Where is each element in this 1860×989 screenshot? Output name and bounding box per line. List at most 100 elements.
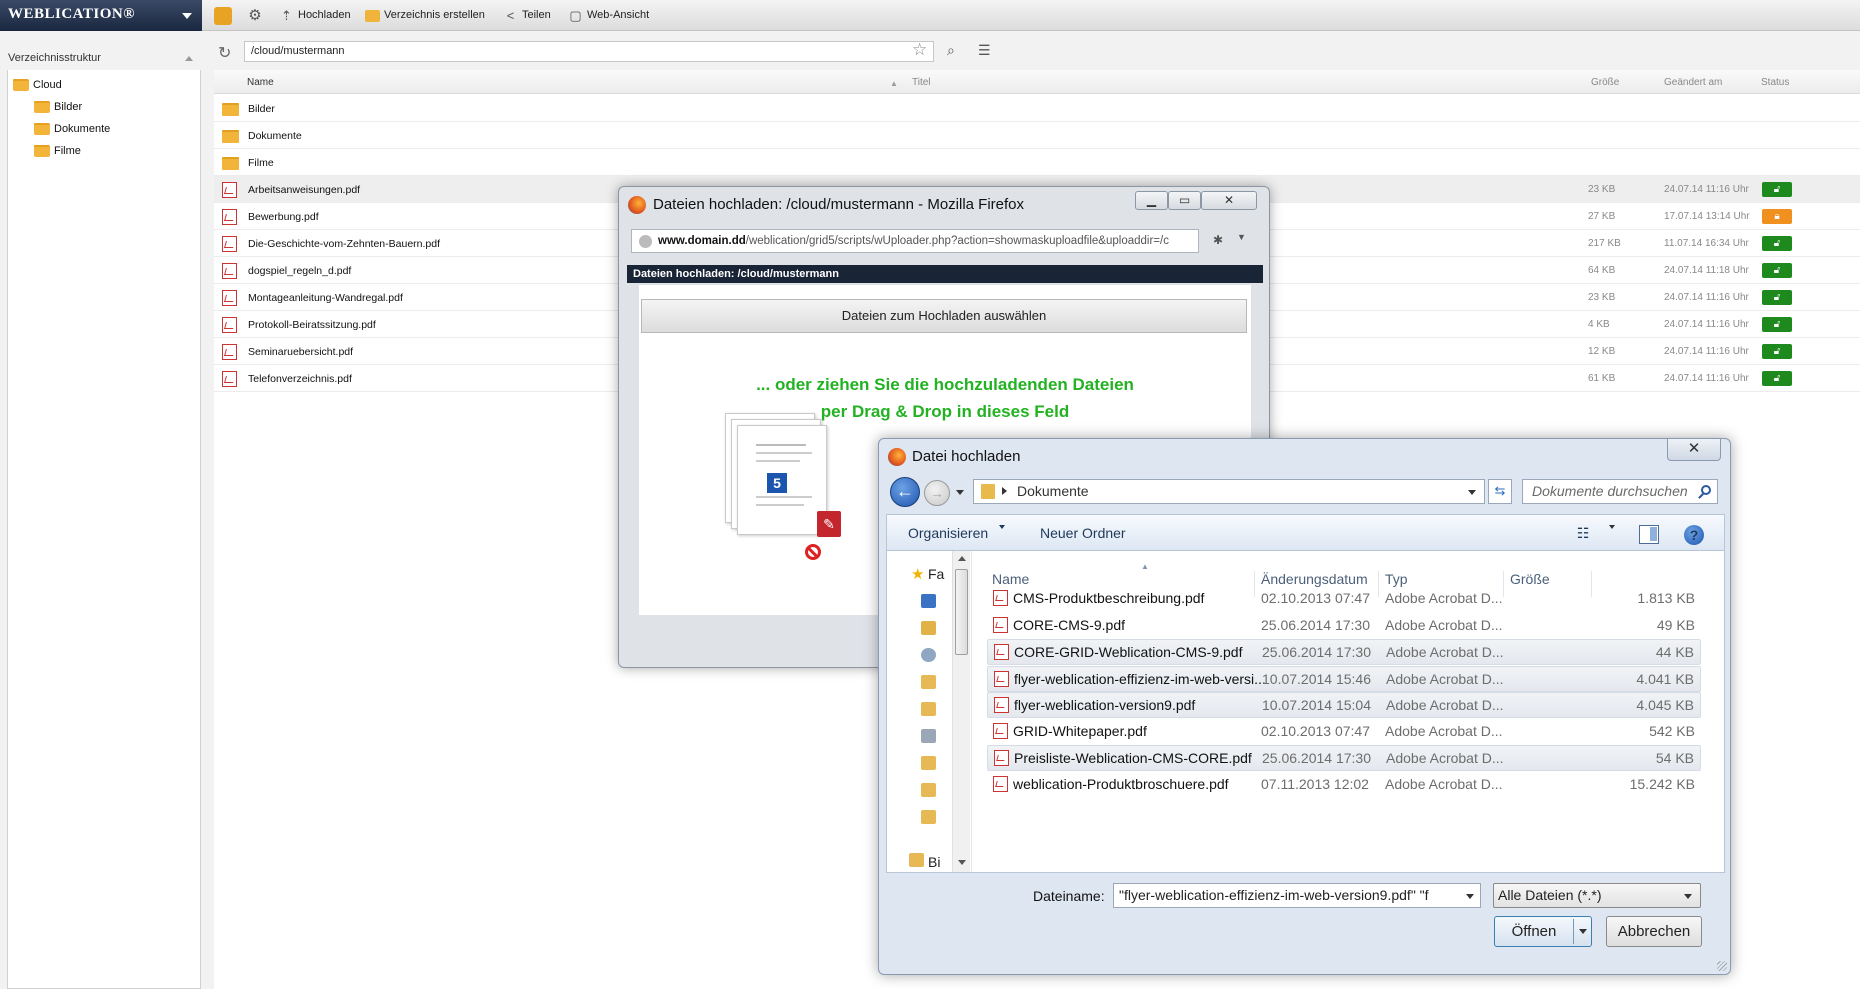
upload-button[interactable]: ⇡ Hochladen — [279, 7, 351, 25]
maximize-button[interactable]: ▭ — [1168, 191, 1201, 210]
column-name[interactable]: Name — [992, 571, 1029, 587]
file-date: 24.07.14 11:16 Uhr — [1664, 319, 1749, 330]
folder-icon[interactable] — [921, 783, 936, 797]
file-list-item[interactable]: CMS-Produktbeschreibung.pdf 02.10.2013 07… — [987, 586, 1701, 612]
binoculars-icon[interactable]: ⌕ — [947, 42, 955, 59]
scroll-up-icon[interactable] — [958, 556, 966, 561]
create-directory-label: Verzeichnis erstellen — [384, 9, 485, 21]
share-button[interactable]: < Teilen — [503, 7, 551, 25]
refresh-icon[interactable]: ⇆ — [1488, 479, 1512, 504]
tree-item-bilder[interactable]: Bilder — [34, 99, 82, 117]
network-icon[interactable] — [921, 729, 936, 743]
tree-item-label: Filme — [54, 145, 81, 157]
create-directory-button[interactable]: Verzeichnis erstellen — [365, 7, 485, 25]
unlock-icon[interactable]: 🔓︎ — [1762, 371, 1792, 386]
star-icon[interactable]: ☆ — [912, 40, 927, 60]
tree-item-filme[interactable]: Filme — [34, 143, 81, 161]
view-options-icon[interactable]: ☷ — [1573, 525, 1593, 543]
open-button[interactable]: Öffnen — [1494, 916, 1592, 947]
chevron-down-icon[interactable] — [999, 525, 1005, 529]
column-title[interactable]: Titel — [912, 77, 931, 88]
organize-button[interactable]: Organisieren — [908, 525, 988, 541]
url-actions[interactable]: ✱ ▼ — [1205, 229, 1257, 253]
scroll-thumb[interactable] — [955, 569, 968, 655]
tree-item-cloud[interactable]: Cloud — [13, 77, 62, 95]
desktop-icon[interactable] — [921, 594, 936, 608]
column-modified[interactable]: Geändert am — [1664, 77, 1722, 88]
chevron-down-icon[interactable] — [1609, 525, 1615, 529]
unlock-icon[interactable]: 🔓︎ — [1762, 182, 1792, 197]
chevron-right-icon[interactable] — [1002, 487, 1007, 495]
chevron-down-icon[interactable] — [1468, 490, 1476, 495]
unlock-icon[interactable]: 🔓︎ — [1762, 290, 1792, 305]
file-type-select[interactable]: Alle Dateien (*.*) — [1493, 883, 1701, 908]
folder-icon[interactable] — [921, 810, 936, 824]
extension-icon[interactable]: ✱ — [1213, 233, 1223, 247]
help-icon[interactable]: ? — [1684, 525, 1704, 545]
file-list-item[interactable]: flyer-weblication-effizienz-im-web-versi… — [987, 665, 1701, 692]
folder-icon[interactable] — [921, 675, 936, 689]
tree-item-dokumente[interactable]: Dokumente — [34, 121, 110, 139]
nav-scrollbar[interactable] — [952, 551, 970, 872]
folder-icon[interactable] — [921, 702, 936, 716]
folder-row[interactable]: Dokumente — [214, 122, 1860, 149]
libraries-icon[interactable] — [909, 853, 924, 867]
path-input[interactable]: /cloud/mustermann — [244, 41, 934, 62]
dropdown-icon[interactable]: ▼ — [1237, 232, 1246, 242]
nav-item-libraries[interactable]: Bi — [928, 854, 940, 870]
back-button[interactable]: ← — [890, 477, 920, 507]
list-view-icon[interactable]: ☰ — [978, 42, 991, 59]
collapse-icon[interactable] — [185, 56, 193, 61]
lock-icon[interactable]: 🔒︎ — [1762, 209, 1792, 224]
chevron-down-icon[interactable] — [1579, 929, 1587, 934]
settings-folder-icon[interactable] — [214, 7, 232, 25]
column-name[interactable]: Name — [247, 77, 274, 88]
filename-input[interactable]: "flyer-weblication-effizienz-im-web-vers… — [1113, 883, 1481, 908]
app-logo-menu[interactable]: WEBLICATION® — [0, 0, 202, 31]
history-dropdown-icon[interactable] — [956, 490, 964, 495]
refresh-icon[interactable]: ↻ — [218, 43, 231, 63]
url-field[interactable]: www.domain.dd/weblication/grid5/scripts/… — [631, 229, 1199, 253]
folder-row[interactable]: Bilder — [214, 95, 1860, 122]
file-list-item[interactable]: Preisliste-Weblication-CMS-CORE.pdf 25.06… — [987, 745, 1701, 771]
gear-icon[interactable]: ⚙ — [246, 7, 264, 25]
file-list-item[interactable]: flyer-weblication-version9.pdf 10.07.2014… — [987, 692, 1701, 718]
close-button[interactable]: ✕ — [1667, 439, 1721, 461]
unlock-icon[interactable]: 🔓︎ — [1762, 344, 1792, 359]
file-list-item[interactable]: CORE-GRID-Weblication-CMS-9.pdf 25.06.201… — [987, 639, 1701, 665]
file-list-item[interactable]: weblication-Produktbroschuere.pdf 07.11.2… — [987, 772, 1701, 798]
file-list-item[interactable]: GRID-Whitepaper.pdf 02.10.2013 07:47 Adobe… — [987, 719, 1701, 745]
nav-item-favorites[interactable]: Fa — [928, 566, 944, 582]
cancel-button[interactable]: Abbrechen — [1606, 916, 1702, 947]
unlock-icon[interactable]: 🔓︎ — [1762, 317, 1792, 332]
search-icon[interactable] — [1701, 485, 1711, 495]
column-type[interactable]: Typ — [1385, 571, 1408, 587]
unlock-icon[interactable]: 🔓︎ — [1762, 263, 1792, 278]
file-list-item[interactable]: CORE-CMS-9.pdf 25.06.2014 17:30 Adobe Acro… — [987, 613, 1701, 639]
drop-zone-text[interactable]: ... oder ziehen Sie die hochzuladenden D… — [619, 371, 1271, 425]
forward-button[interactable]: → — [924, 480, 950, 506]
scroll-down-icon[interactable] — [958, 860, 966, 865]
column-status[interactable]: Status — [1761, 77, 1789, 88]
minimize-button[interactable]: ▁ — [1135, 191, 1168, 210]
new-folder-button[interactable]: Neuer Ordner — [1040, 525, 1126, 541]
column-date[interactable]: Änderungsdatum — [1261, 571, 1368, 587]
star-icon[interactable]: ★ — [911, 565, 924, 583]
chevron-down-icon[interactable] — [1684, 894, 1692, 899]
choose-files-button[interactable]: Dateien zum Hochladen auswählen — [641, 299, 1247, 333]
column-size[interactable]: Größe — [1510, 571, 1550, 587]
recent-places-icon[interactable] — [921, 648, 936, 662]
downloads-icon[interactable] — [921, 621, 936, 635]
web-view-button[interactable]: ▢ Web-Ansicht — [568, 7, 649, 25]
folder-row[interactable]: Filme — [214, 149, 1860, 176]
unlock-icon[interactable]: 🔓︎ — [1762, 236, 1792, 251]
preview-pane-icon[interactable] — [1639, 525, 1659, 544]
file-date: 24.07.14 11:18 Uhr — [1664, 265, 1749, 276]
resize-grip[interactable] — [1717, 961, 1727, 971]
column-size[interactable]: Größe — [1591, 77, 1619, 88]
location-breadcrumb[interactable]: Dokumente — [973, 479, 1485, 504]
chevron-down-icon[interactable] — [1466, 894, 1474, 899]
close-button[interactable]: ✕ — [1201, 191, 1257, 210]
folder-icon[interactable] — [921, 756, 936, 770]
search-input[interactable]: Dokumente durchsuchen — [1522, 479, 1718, 504]
